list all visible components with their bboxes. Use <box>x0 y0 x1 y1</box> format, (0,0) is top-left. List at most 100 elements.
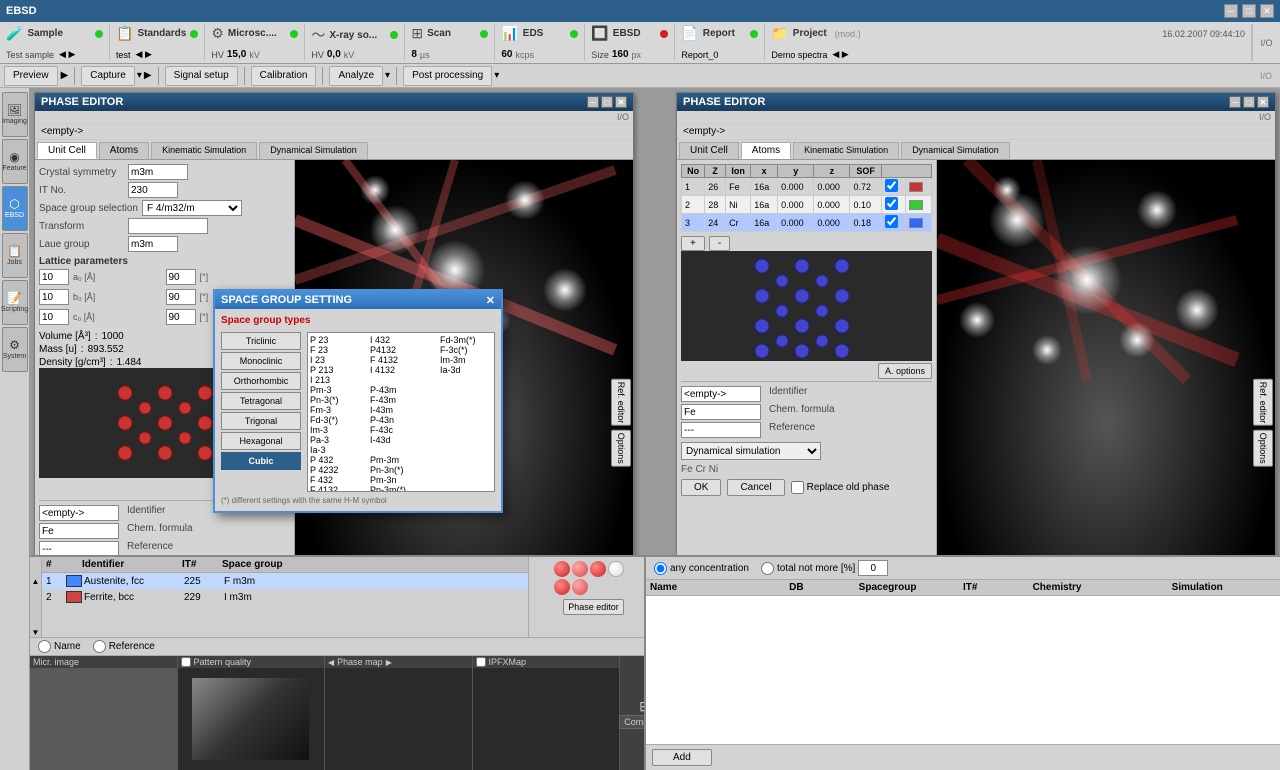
sg-cubic-btn[interactable]: Cubic <box>221 452 301 470</box>
calibration-btn[interactable]: Calibration <box>251 66 317 86</box>
atom-row-3[interactable]: 3 24 Cr 16a 0.000 0.000 0.18 <box>682 214 932 232</box>
module-project[interactable]: 📁 Project (mod.) 16.02.2007 09:44:10 Dem… <box>765 24 1252 61</box>
tab-right-dynamical[interactable]: Dynamical Simulation <box>901 142 1010 159</box>
total-conc-value[interactable] <box>858 560 888 576</box>
pe-right-maximize[interactable]: □ <box>1243 96 1255 108</box>
preview-play-icon[interactable]: ▶ <box>61 70 69 81</box>
pe-left-close[interactable]: ✕ <box>615 96 627 108</box>
angle-c-input[interactable] <box>166 309 196 325</box>
module-eds[interactable]: 📊 EDS 60 kcps <box>495 24 585 61</box>
simulation-select[interactable]: Dynamical simulation <box>681 442 821 460</box>
capture-btn[interactable]: Capture <box>81 66 135 86</box>
pe-left-io[interactable]: I/O <box>617 112 629 122</box>
nav-scripting[interactable]: 📝 Scripting <box>2 280 28 325</box>
post-processing-dropdown-icon[interactable]: ▾ <box>494 70 499 81</box>
transform-input[interactable] <box>128 218 208 234</box>
any-conc-radio[interactable] <box>654 562 667 575</box>
module-xray[interactable]: 〜 X-ray so... HV 0,0 kV <box>305 24 405 61</box>
laue-input[interactable] <box>128 236 178 252</box>
phase-row-1[interactable]: 1 Austenite, fcc 225 F m3m <box>42 573 528 589</box>
capture-play-icon[interactable]: ▶ <box>144 70 152 81</box>
tab-dynamical[interactable]: Dynamical Simulation <box>259 142 368 159</box>
phase-editor-btn[interactable]: Phase editor <box>563 599 624 615</box>
phase-scroll-next[interactable]: ▶ <box>386 658 392 667</box>
b0-input[interactable] <box>39 289 69 305</box>
io-toggle[interactable]: I/O <box>1252 24 1280 61</box>
nav-ebsd[interactable]: ⬡ EBSD <box>2 186 28 231</box>
phase-row-2[interactable]: 2 Ferrite, bcc 229 I m3m <box>42 589 528 605</box>
capture-dropdown-icon[interactable]: ▾ <box>137 70 142 81</box>
options-btn-right[interactable]: Options <box>1253 430 1273 467</box>
standards-arrows[interactable]: ◀ ▶ <box>136 49 152 60</box>
nav-feature[interactable]: ◉ Feature <box>2 139 28 184</box>
pe-right-minimize[interactable]: ─ <box>1229 96 1241 108</box>
ipfx-checkbox[interactable] <box>476 657 486 667</box>
module-report[interactable]: 📄 Report Report_0 <box>675 24 765 61</box>
add-atom-btn[interactable]: + <box>681 236 705 251</box>
angle-a-input[interactable] <box>166 269 196 285</box>
atom1-check[interactable] <box>885 179 898 192</box>
post-processing-btn[interactable]: Post processing <box>403 66 492 86</box>
atom-row-2[interactable]: 2 28 Ni 16a 0.000 0.000 0.10 <box>682 196 932 214</box>
crystal-sym-input[interactable] <box>128 164 188 180</box>
cancel-btn-right[interactable]: Cancel <box>727 479 784 496</box>
sg-orthorhombic-btn[interactable]: Orthorhombic <box>221 372 301 390</box>
options-btn-left[interactable]: Options <box>611 430 631 467</box>
sg-hexagonal-btn[interactable]: Hexagonal <box>221 432 301 450</box>
remove-atom-btn[interactable]: - <box>709 236 730 251</box>
sample-arrows[interactable]: ◀ ▶ <box>59 49 75 60</box>
a0-input[interactable] <box>39 269 69 285</box>
preview-btn[interactable]: Preview <box>4 66 58 86</box>
id-name-input-left[interactable] <box>39 505 119 521</box>
id-ref-input-right[interactable] <box>681 422 761 438</box>
tab-kinematic[interactable]: Kinematic Simulation <box>151 142 257 159</box>
sg-tetragonal-btn[interactable]: Tetragonal <box>221 392 301 410</box>
sg-dialog-close[interactable]: ✕ <box>486 294 495 307</box>
id-chem-input-right[interactable] <box>681 404 761 420</box>
c0-input[interactable] <box>39 309 69 325</box>
pe-right-close[interactable]: ✕ <box>1257 96 1269 108</box>
phase-scroll-prev[interactable]: ◀ <box>328 658 334 667</box>
tab-atoms[interactable]: Atoms <box>99 142 149 159</box>
pe-right-io[interactable]: I/O <box>1259 112 1271 122</box>
phase-scroll-up[interactable]: ▲ <box>30 577 41 586</box>
nav-jobs[interactable]: 📋 Jobs <box>2 233 28 278</box>
name-radio[interactable] <box>38 640 51 653</box>
nav-system[interactable]: ⚙ System <box>2 327 28 372</box>
close-btn[interactable]: ✕ <box>1260 4 1274 18</box>
analyze-btn[interactable]: Analyze <box>329 66 383 86</box>
sg-list[interactable]: P 23I 432Fd-3m(*) F 23P4132F-3c(*) I 23F… <box>307 332 495 492</box>
ok-btn-right[interactable]: OK <box>681 479 721 496</box>
maximize-btn[interactable]: □ <box>1242 4 1256 18</box>
ref-editor-btn-right[interactable]: Ref. editor <box>1253 378 1273 426</box>
replace-checkbox-right[interactable] <box>791 481 804 494</box>
space-group-select[interactable]: F 4/m32/m <box>142 200 242 216</box>
pe-left-maximize[interactable]: □ <box>601 96 613 108</box>
atom-row-1[interactable]: 1 26 Fe 16a 0.000 0.000 0.72 <box>682 178 932 196</box>
tab-unit-cell[interactable]: Unit Cell <box>37 142 97 159</box>
sg-triclinic-btn[interactable]: Triclinic <box>221 332 301 350</box>
it-no-input[interactable] <box>128 182 178 198</box>
angle-b-input[interactable] <box>166 289 196 305</box>
reference-radio[interactable] <box>93 640 106 653</box>
phase-scroll-down[interactable]: ▼ <box>30 628 41 637</box>
tab-right-atoms[interactable]: Atoms <box>741 142 791 159</box>
module-standards[interactable]: 📋 Standards test ◀ ▶ <box>110 24 205 61</box>
pe-left-minimize[interactable]: ─ <box>587 96 599 108</box>
atom2-check[interactable] <box>885 197 898 210</box>
total-conc-radio[interactable] <box>761 562 774 575</box>
minimize-btn[interactable]: ─ <box>1224 4 1238 18</box>
tab-right-unit-cell[interactable]: Unit Cell <box>679 142 739 159</box>
sg-trigonal-btn[interactable]: Trigonal <box>221 412 301 430</box>
module-scan[interactable]: ⊞ Scan 8 µs <box>405 24 495 61</box>
id-chem-input-left[interactable] <box>39 523 119 539</box>
module-microscope[interactable]: ⚙ Microsc.... HV 15,0 kV <box>205 24 305 61</box>
pattern-checkbox[interactable] <box>181 657 191 667</box>
tab-right-kinematic[interactable]: Kinematic Simulation <box>793 142 899 159</box>
module-ebsd[interactable]: 🔲 EBSD Size 160 px <box>585 24 675 61</box>
id-name-input-right[interactable] <box>681 386 761 402</box>
signal-setup-btn[interactable]: Signal setup <box>165 66 238 86</box>
add-btn[interactable]: Add <box>652 749 712 766</box>
sg-monoclinic-btn[interactable]: Monoclinic <box>221 352 301 370</box>
project-arrows[interactable]: ◀ ▶ <box>832 49 848 60</box>
